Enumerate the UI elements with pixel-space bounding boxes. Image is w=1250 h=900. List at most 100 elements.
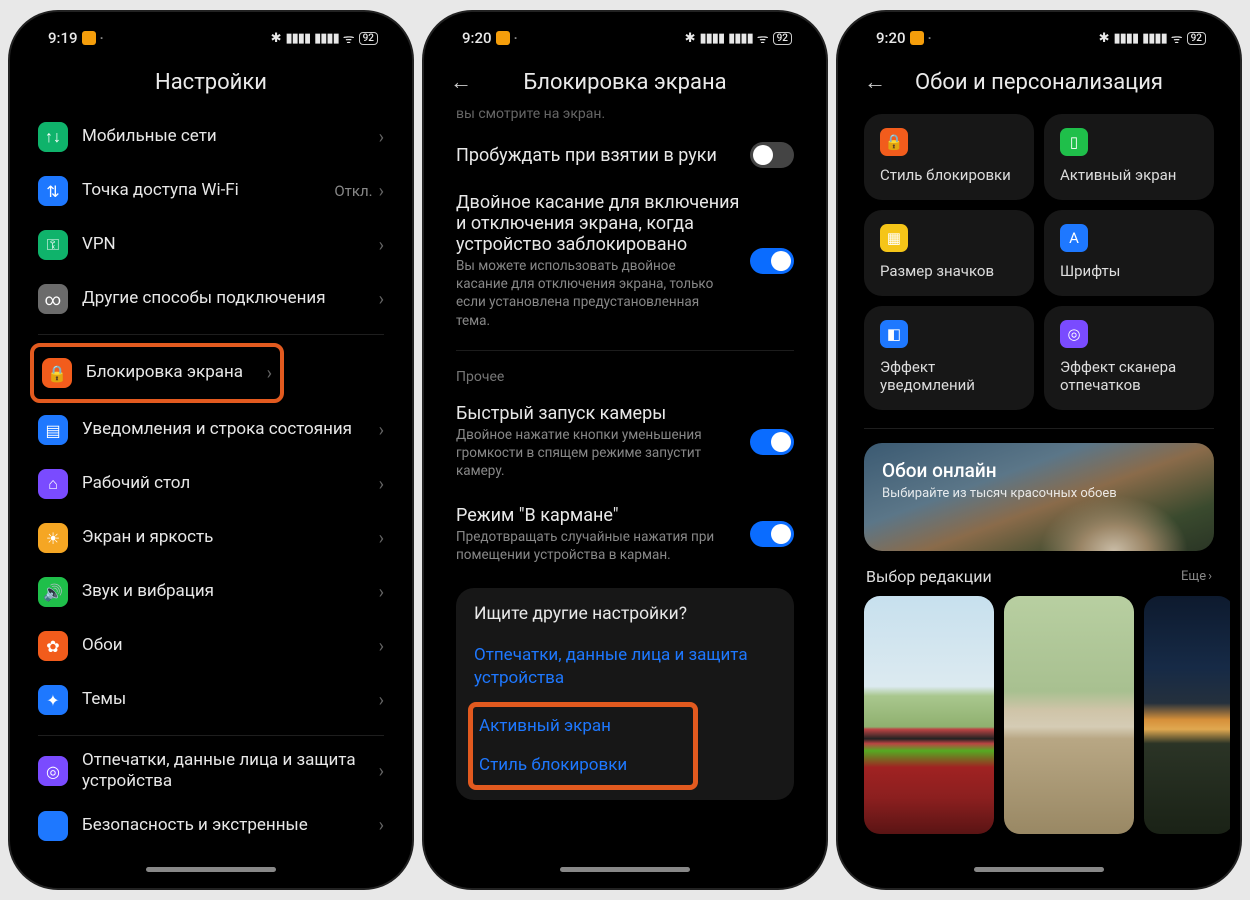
setting-label: Отпечатки, данные лица и защита устройст… [82,750,379,793]
link-lock-style[interactable]: Стиль блокировки [479,746,687,785]
setting-row-wallpaper[interactable]: ✿ Обои › [38,619,384,673]
tile-label: Активный экран [1060,166,1198,184]
tile-fonts[interactable]: A Шрифты [1044,210,1214,296]
setting-label: Другие способы подключения [82,288,379,309]
phone-2-lockscreen-settings: 9:20 · ✱▮▮▮▮▮▮▮▮ᯤ92 ← Блокировка экрана … [424,12,826,888]
chevron-right-icon: › [379,289,384,310]
setting-row-vpn[interactable]: ⚿ VPN › [38,218,384,272]
home-indicator[interactable] [974,867,1104,872]
setting-row-sound-vibration[interactable]: 🔊 Звук и вибрация › [38,565,384,619]
option-quick-camera[interactable]: Быстрый запуск камеры Двойное нажатие кн… [456,391,794,493]
option-pocket-mode[interactable]: Режим "В кармане" Предотвращать случайны… [456,493,794,576]
wallpaper-thumbnails [864,596,1214,834]
option-description: Предотвращать случайные нажатия при поме… [456,528,716,564]
toggle-switch[interactable] [750,429,794,455]
setting-row-lock-screen[interactable]: 🔒 Блокировка экрана › [42,349,272,397]
setting-row-home-screen[interactable]: ⌂ Рабочий стол › [38,457,384,511]
lock-screen-icon: 🔒 [42,358,72,388]
toggle-switch[interactable] [750,248,794,274]
status-app-icon [910,31,924,45]
lock-style-icon: 🔒 [880,128,908,156]
wallpaper-icon: ✿ [38,631,68,661]
chevron-right-icon: › [379,420,384,441]
tile-label: Шрифты [1060,262,1198,280]
phone-3-wallpaper-personalization: 9:20 · ✱▮▮▮▮▮▮▮▮ᯤ92 ← Обои и персонализа… [838,12,1240,888]
always-on-display-icon: ▯ [1060,128,1088,156]
option-raise-to-wake[interactable]: Пробуждать при взятии в руки [456,130,794,180]
chevron-right-icon: › [379,761,384,782]
setting-label: Темы [82,689,379,710]
option-double-tap-screen[interactable]: Двойное касание для включения и отключен… [456,180,794,342]
status-icons: ✱▮▮▮▮▮▮▮▮ᯤ92 [1099,29,1206,47]
themes-icon: ✦ [38,685,68,715]
status-app-icon [82,31,96,45]
tile-icon-size[interactable]: ▦ Размер значков [864,210,1034,296]
editors-choice-header: Выбор редакции Еще › [866,567,1212,586]
setting-label: Уведомления и строка состояния [82,419,379,440]
sound-vibration-icon: 🔊 [38,577,68,607]
setting-label: Обои [82,635,379,656]
setting-row-other-connections[interactable]: ∞ Другие способы подключения › [38,272,384,326]
fonts-icon: A [1060,224,1088,252]
vpn-icon: ⚿ [38,230,68,260]
more-button[interactable]: Еще › [1181,569,1212,584]
tile-fingerprint-scanner-effect[interactable]: ◎ Эффект сканера отпечатков [1044,306,1214,410]
wallpaper-thumb-2[interactable] [1004,596,1134,834]
tile-always-on-display[interactable]: ▯ Активный экран [1044,114,1214,200]
setting-row-wifi-hotspot[interactable]: ⇅ Точка доступа Wi-Fi Откл. › [38,164,384,218]
tile-grid: 🔒 Стиль блокировки ▯ Активный экран ▦ Ра… [864,114,1214,410]
header: Настройки [20,54,402,110]
option-title: Пробуждать при взятии в руки [456,145,717,166]
status-icons: ✱▮▮▮▮▮▮▮▮ᯤ92 [685,29,792,47]
chevron-right-icon: › [379,690,384,711]
home-indicator[interactable] [560,867,690,872]
phone-1-settings: 9:19 · ✱▮▮▮▮▮▮▮▮ᯤ92 Настройки ↑↓ Мобильн… [10,12,412,888]
tile-label: Эффект сканера отпечатков [1060,358,1198,394]
section-title: Выбор редакции [866,567,992,586]
setting-row-safety-emergency[interactable]: Безопасность и экстренные › [38,799,384,853]
setting-row-display-brightness[interactable]: ☀ Экран и яркость › [38,511,384,565]
chevron-right-icon: › [267,363,272,384]
status-bar: 9:19 · ✱▮▮▮▮▮▮▮▮ᯤ92 [20,22,402,54]
icon-size-icon: ▦ [880,224,908,252]
wallpaper-thumb-1[interactable] [864,596,994,834]
notification-effect-icon: ◧ [880,320,908,348]
toggle-switch[interactable] [750,142,794,168]
setting-label: Точка доступа Wi-Fi [82,180,334,201]
wallpaper-online-banner[interactable]: Обои онлайн Выбирайте из тысяч красочных… [864,443,1214,551]
banner-title: Обои онлайн [882,459,1196,482]
setting-row-notifications-statusbar[interactable]: ▤ Уведомления и строка состояния › [38,403,384,457]
header: ← Обои и персонализация [848,54,1230,110]
notifications-statusbar-icon: ▤ [38,415,68,445]
chevron-right-icon: › [379,474,384,495]
toggle-switch[interactable] [750,521,794,547]
option-title: Режим "В кармане" [456,505,716,526]
link-always-on-display[interactable]: Активный экран [479,707,687,746]
tile-notification-effect[interactable]: ◧ Эффект уведомлений [864,306,1034,410]
clock: 9:19 [48,29,78,47]
tile-label: Размер значков [880,262,1018,280]
setting-row-biometrics-security[interactable]: ◎ Отпечатки, данные лица и защита устрой… [38,744,384,799]
status-app-icon [496,31,510,45]
truncated-previous-text: вы смотрите на экран. [456,110,794,122]
chevron-right-icon: › [379,235,384,256]
chevron-right-icon: › [379,815,384,836]
status-icons: ✱▮▮▮▮▮▮▮▮ᯤ92 [271,29,378,47]
setting-row-themes[interactable]: ✦ Темы › [38,673,384,727]
wallpaper-thumb-3[interactable] [1144,596,1230,834]
header: ← Блокировка экрана [434,54,816,110]
back-button[interactable]: ← [450,69,472,95]
tile-lock-style[interactable]: 🔒 Стиль блокировки [864,114,1034,200]
option-description: Двойное нажатие кнопки уменьшения громко… [456,426,716,481]
setting-label: Блокировка экрана [86,362,267,383]
link-biometrics[interactable]: Отпечатки, данные лица и защита устройст… [474,636,776,698]
divider [456,350,794,351]
mobile-networks-icon: ↑↓ [38,122,68,152]
option-title: Быстрый запуск камеры [456,403,716,424]
chevron-right-icon: › [379,127,384,148]
back-button[interactable]: ← [864,69,886,95]
home-indicator[interactable] [146,867,276,872]
setting-label: Рабочий стол [82,473,379,494]
setting-row-mobile-networks[interactable]: ↑↓ Мобильные сети › [38,110,384,164]
related-settings-panel: Ищите другие настройки? Отпечатки, данны… [456,588,794,800]
